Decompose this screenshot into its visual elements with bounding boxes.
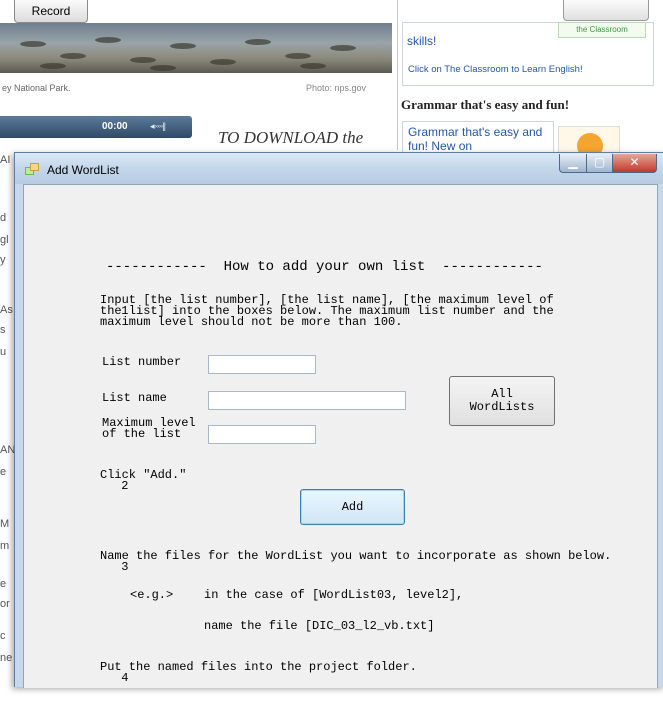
- add-wordlist-window: Add WordList ▁ ▢ ✕ ------------ How to a…: [14, 152, 663, 688]
- park-photo: [0, 23, 392, 73]
- title-bar[interactable]: Add WordList ▁ ▢ ✕: [15, 153, 663, 184]
- grammar-link[interactable]: Grammar that's easy and fun! New on: [408, 125, 548, 153]
- max-level-label: Maximum level of the list: [102, 416, 196, 441]
- fragment: d: [0, 212, 7, 224]
- step-text: Input [the list number], [the list name]…: [100, 293, 554, 329]
- app-form-icon[interactable]: [25, 163, 39, 175]
- step-text: Click "Add.": [100, 468, 187, 482]
- add-button[interactable]: Add: [300, 489, 405, 525]
- example-tag: <e.g.>: [130, 588, 174, 602]
- column-divider: [397, 0, 398, 150]
- window-title: Add WordList: [47, 163, 119, 177]
- minimize-button[interactable]: ▁: [559, 154, 587, 173]
- volume-icon[interactable]: ◂◦◦◦◦||: [150, 121, 166, 132]
- step-1: 1 Input [the list number], [the list nam…: [78, 294, 554, 339]
- classroom-badge[interactable]: the Classroom: [558, 22, 646, 38]
- fragment: M: [0, 518, 10, 530]
- step-3: 3 Name the files for the WordList you wa…: [78, 550, 611, 595]
- dialog-client-area: ------------ How to add your own list --…: [23, 184, 658, 688]
- fragment: ne: [0, 652, 13, 664]
- maximize-button[interactable]: ▢: [586, 154, 613, 173]
- fragment: y: [0, 254, 6, 266]
- close-button[interactable]: ✕: [612, 154, 657, 173]
- top-right-button[interactable]: [563, 0, 649, 21]
- example-file-text: name the file [DIC_03_l2_vb.txt]: [204, 619, 435, 633]
- list-name-label: List name: [102, 391, 167, 405]
- list-number-label: List number: [102, 355, 182, 369]
- fragment: u: [0, 346, 7, 358]
- photo-credit: Photo: nps.gov: [306, 83, 367, 93]
- fragment: e: [0, 466, 7, 478]
- fragment: gl: [0, 234, 9, 246]
- list-number-input[interactable]: [208, 355, 316, 374]
- download-heading: TO DOWNLOAD the: [218, 128, 364, 147]
- step-text: Name the files for the WordList you want…: [100, 549, 612, 563]
- fragment: As: [0, 304, 13, 316]
- fragment: AN: [0, 444, 16, 456]
- player-time: 00:00: [102, 121, 128, 132]
- step-2: 2 Click "Add.": [78, 469, 186, 514]
- example-case-text: in the case of [WordList03, level2],: [204, 588, 464, 602]
- instructions-heading: ------------ How to add your own list --…: [106, 259, 543, 275]
- left-edge-fragments: AI d gl y As s u AN e M m e or c ne: [0, 148, 15, 686]
- grammar-heading: Grammar that's easy and fun!: [401, 97, 570, 112]
- classroom-link[interactable]: Click on The Classroom to Learn English!: [408, 64, 583, 75]
- fragment: AI: [0, 154, 11, 166]
- list-name-input[interactable]: [208, 391, 406, 410]
- all-wordlists-button[interactable]: All WordLists: [449, 376, 555, 426]
- step-4: 4 Put the named files into the project f…: [78, 661, 417, 706]
- fragment: m: [0, 540, 10, 552]
- fragment: s: [0, 324, 6, 336]
- max-level-input[interactable]: [208, 425, 316, 444]
- skills-text: skills!: [407, 34, 437, 48]
- record-button[interactable]: Record: [14, 0, 88, 23]
- fragment: c: [0, 630, 6, 642]
- fragment: e: [0, 578, 7, 590]
- fragment: or: [0, 598, 10, 610]
- step-text: Put the named files into the project fol…: [100, 660, 417, 674]
- photo-caption: ey National Park.: [2, 83, 71, 93]
